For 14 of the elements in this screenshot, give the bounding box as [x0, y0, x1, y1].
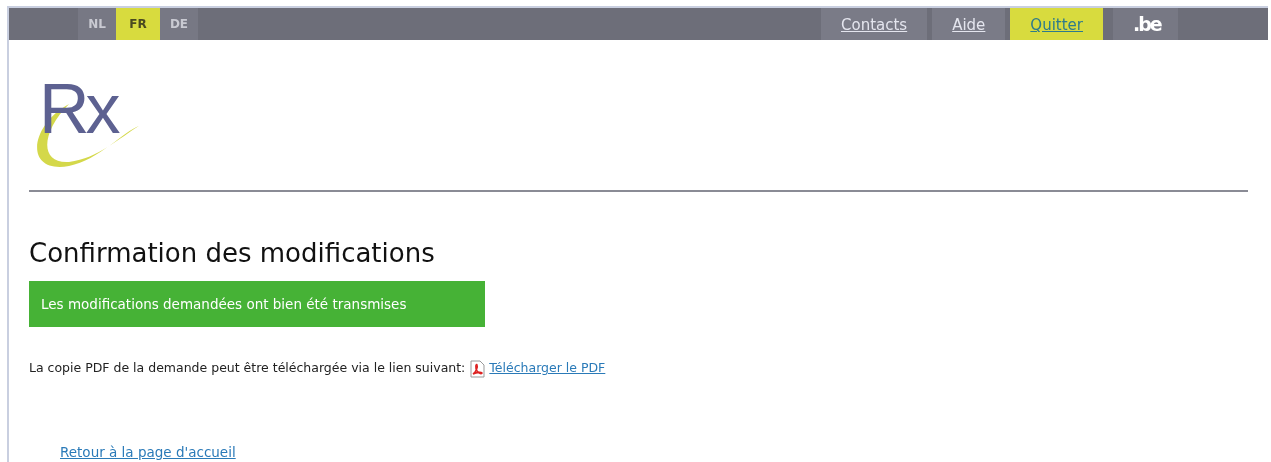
language-tab[interactable]: NL: [78, 8, 116, 40]
page-title: Confirmation des modifications: [29, 238, 436, 270]
success-message: Les modifications demandées ont bien été transmises: [29, 281, 485, 328]
brand-logo: .be: [1113, 8, 1178, 40]
language-tab[interactable]: FR: [116, 8, 160, 40]
pdf-icon: [469, 359, 486, 378]
download-text: La copie PDF de la demande peut être téléchargée via le lien suivant:: [29, 359, 466, 378]
download-pdf-link[interactable]: Télécharger le PDF: [489, 359, 606, 379]
home-link[interactable]: Retour à la page d'accueil: [60, 444, 236, 461]
top-nav-link[interactable]: Quitter: [1010, 8, 1103, 40]
top-nav-link[interactable]: Aide: [932, 8, 1006, 40]
top-nav-link[interactable]: Contacts: [821, 8, 928, 40]
language-tab[interactable]: DE: [160, 8, 198, 40]
logo: Rx: [39, 74, 117, 144]
